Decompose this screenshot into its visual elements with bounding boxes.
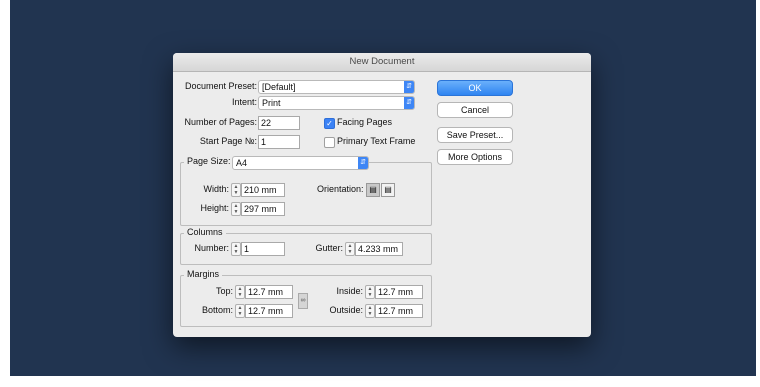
chain-link-icon[interactable]: ∞	[298, 293, 308, 309]
gutter-stepper[interactable]: ▲ ▼	[345, 242, 355, 256]
preset-value: [Default]	[262, 82, 296, 92]
margin-outside-stepper[interactable]: ▲ ▼	[365, 304, 375, 318]
pages-label: Number of Pages:	[184, 117, 257, 127]
preset-select[interactable]: [Default] ⇵	[258, 80, 415, 94]
columns-number-label: Number:	[194, 243, 229, 253]
start-page-input[interactable]: 1	[258, 135, 300, 149]
page-size-label: Page Size:	[184, 156, 234, 167]
chevron-updown-icon: ⇵	[404, 97, 414, 109]
intent-select[interactable]: Print ⇵	[258, 96, 415, 110]
ok-button[interactable]: OK	[437, 80, 513, 96]
page-size-select[interactable]: A4 ⇵	[232, 156, 369, 170]
margins-legend: Margins	[184, 269, 223, 280]
margin-inside-stepper[interactable]: ▲ ▼	[365, 285, 375, 299]
margin-top-label: Top:	[215, 286, 233, 296]
preset-label: Document Preset:	[184, 81, 257, 91]
columns-legend: Columns	[184, 227, 226, 238]
height-label: Height:	[200, 203, 229, 213]
height-stepper[interactable]: ▲ ▼	[231, 202, 241, 216]
margin-outside-label: Outside:	[329, 305, 363, 315]
margin-inside-label: Inside:	[336, 286, 363, 296]
intent-value: Print	[262, 98, 281, 108]
primary-text-frame-label: Primary Text Frame	[337, 136, 416, 146]
page-size-value: A4	[236, 158, 248, 168]
gutter-label: Gutter:	[315, 243, 343, 253]
facing-pages-label: Facing Pages	[337, 117, 393, 127]
margin-top-input[interactable]: 12.7 mm	[245, 285, 293, 299]
save-preset-button[interactable]: Save Preset...	[437, 127, 513, 143]
chevron-updown-icon: ⇵	[358, 157, 368, 169]
margin-bottom-input[interactable]: 12.7 mm	[245, 304, 293, 318]
gutter-input[interactable]: 4.233 mm	[355, 242, 403, 256]
margin-bottom-stepper[interactable]: ▲ ▼	[235, 304, 245, 318]
chevron-updown-icon: ⇵	[404, 81, 414, 93]
dialog-title: New Document	[173, 53, 591, 72]
landscape-orientation-icon[interactable]: ▤	[381, 183, 395, 197]
pages-input[interactable]: 22	[258, 116, 300, 130]
cancel-button[interactable]: Cancel	[437, 102, 513, 118]
primary-text-frame-checkbox[interactable]	[324, 137, 335, 148]
margin-top-stepper[interactable]: ▲ ▼	[235, 285, 245, 299]
orientation-label: Orientation:	[317, 184, 364, 194]
columns-number-stepper[interactable]: ▲ ▼	[231, 242, 241, 256]
more-options-button[interactable]: More Options	[437, 149, 513, 165]
portrait-orientation-icon[interactable]: ▤	[366, 183, 380, 197]
margin-outside-input[interactable]: 12.7 mm	[375, 304, 423, 318]
intent-label: Intent:	[231, 97, 257, 107]
width-label: Width:	[203, 184, 229, 194]
margin-inside-input[interactable]: 12.7 mm	[375, 285, 423, 299]
width-input[interactable]: 210 mm	[241, 183, 285, 197]
new-document-dialog: New Document Document Preset: [Default] …	[173, 53, 591, 337]
height-input[interactable]: 297 mm	[241, 202, 285, 216]
facing-pages-checkbox[interactable]: ✓	[324, 118, 335, 129]
start-page-label: Start Page №:	[199, 136, 257, 146]
columns-number-input[interactable]: 1	[241, 242, 285, 256]
width-stepper[interactable]: ▲ ▼	[231, 183, 241, 197]
margin-bottom-label: Bottom:	[201, 305, 233, 315]
